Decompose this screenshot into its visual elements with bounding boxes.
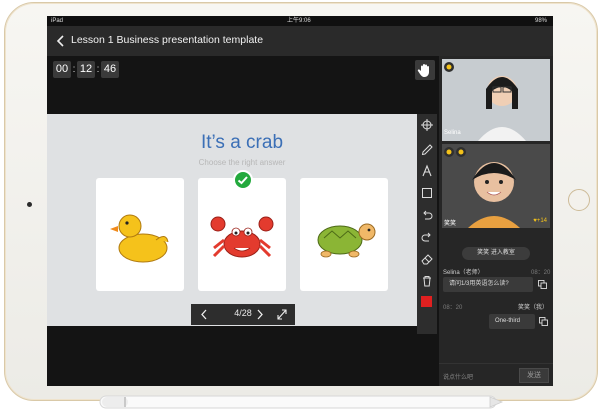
raise-hand-button[interactable] xyxy=(415,60,435,80)
copy-icon[interactable] xyxy=(538,280,547,289)
chat-bubble: 请问1/3用英语怎么读? xyxy=(443,277,533,292)
answer-card-turtle[interactable] xyxy=(300,178,388,291)
trophy-value: +14 xyxy=(536,218,547,224)
chat-input[interactable]: 说点什么吧 xyxy=(443,372,473,381)
stylus-pencil xyxy=(99,395,504,409)
redo-icon[interactable] xyxy=(420,230,434,244)
chat-sender: 笑笑（我） xyxy=(518,305,549,311)
timer-minutes: 12 xyxy=(77,61,95,78)
crab-icon xyxy=(210,216,274,258)
next-slide-icon[interactable] xyxy=(253,307,267,322)
send-button[interactable]: 发送 xyxy=(519,368,549,383)
answer-card-duck[interactable] xyxy=(96,178,184,291)
app-screen: iPad 上午9:06 98% Lesson 1 Business presen… xyxy=(47,16,553,386)
lesson-stage: 00 : 12 : 46 It’s a crab Choose the righ… xyxy=(47,56,439,386)
trash-icon[interactable] xyxy=(420,274,434,288)
timer-hours: 00 xyxy=(53,61,71,78)
slide-title: It’s a crab xyxy=(200,132,284,153)
status-bar: iPad 上午9:06 98% xyxy=(47,16,553,26)
undo-icon[interactable] xyxy=(420,208,434,222)
home-button[interactable] xyxy=(568,189,590,211)
copy-icon[interactable] xyxy=(539,317,548,326)
duck-icon xyxy=(110,214,169,263)
hand-icon xyxy=(417,64,429,77)
chat-bubble: One-third xyxy=(489,314,535,329)
clock: 上午9:06 xyxy=(287,18,311,24)
timer-seconds: 46 xyxy=(101,61,119,78)
chat-input-bar: 说点什么吧 发送 xyxy=(439,363,553,386)
color-swatch[interactable] xyxy=(421,296,432,307)
crosshair-icon[interactable] xyxy=(420,118,434,132)
answer-card-crab[interactable] xyxy=(198,170,286,291)
eraser-icon[interactable] xyxy=(420,252,434,266)
trophy-count: ♥+14 xyxy=(533,218,547,224)
fullscreen-icon[interactable] xyxy=(275,307,289,322)
teacher-photo xyxy=(442,59,550,141)
chat-time: 08：20 xyxy=(443,305,463,311)
student-photo xyxy=(442,144,550,228)
text-icon[interactable] xyxy=(420,164,434,178)
correct-check-icon xyxy=(233,170,253,190)
battery-level: 98% xyxy=(534,18,547,24)
prev-slide-icon[interactable] xyxy=(197,307,211,322)
slide-pager: 4/28 xyxy=(191,304,295,325)
front-camera xyxy=(27,202,32,207)
whiteboard-toolbar xyxy=(417,114,437,334)
slide-subtitle: Choose the right answer xyxy=(198,158,286,167)
chat-sender: Selina（老师） xyxy=(443,270,484,276)
chat-time: 08：20 xyxy=(531,270,551,276)
lesson-title: Lesson 1 Business presentation template xyxy=(71,34,264,46)
teacher-video: Selina xyxy=(442,59,550,141)
student-video: 笑笑 ♥+14 xyxy=(442,144,550,228)
pencil-icon[interactable] xyxy=(420,141,434,155)
side-panel: Selina 笑笑 ♥+14 笑笑 进入教室 Selina（老师） 08：20 … xyxy=(439,56,553,386)
join-notice: 笑笑 进入教室 xyxy=(462,247,530,260)
turtle-icon xyxy=(317,223,376,258)
back-arrow-icon[interactable] xyxy=(55,34,67,48)
carrier-label: iPad xyxy=(51,18,64,24)
title-bar: Lesson 1 Business presentation template xyxy=(47,26,553,56)
teacher-name: Selina xyxy=(444,130,461,136)
student-name: 笑笑 xyxy=(444,221,457,227)
lesson-timer: 00 : 12 : 46 xyxy=(53,61,119,78)
rectangle-icon[interactable] xyxy=(420,186,434,200)
slide: It’s a crab Choose the right answer 4/28 xyxy=(47,114,417,326)
